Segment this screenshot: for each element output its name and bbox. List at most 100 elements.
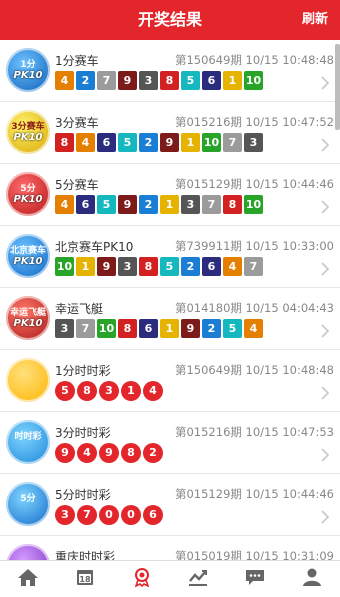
logo-text: 时时彩 [14,432,42,442]
ssc-ball: 6 [143,505,163,525]
tab-home[interactable] [0,561,57,597]
tab-calendar[interactable]: 18 [57,561,114,597]
lottery-name: 1分赛车 [55,54,99,68]
pk10-number: 9 [181,319,200,338]
draw-time: 10/15 10:47:53 [241,425,334,439]
lottery-row[interactable]: 重庆时时彩 第015019期 10/15 10:31:09 [0,536,340,560]
tab-user[interactable] [283,561,340,597]
lottery-name: 北京赛车PK10 [55,240,134,254]
issue-number: 第014180期 [174,301,242,315]
pk10-number: 9 [118,195,137,214]
lottery-name: 5分赛车 [55,178,99,192]
logo-text: 5分 [20,184,36,194]
user-icon [302,567,322,591]
ssc-ball: 8 [121,443,141,463]
issue-number: 第150649期 [174,363,242,377]
lottery-row[interactable]: 时时彩 3分时时彩 第015216期 10/15 10:47:53 9 4 9 8 2 [0,412,340,474]
pk10-number: 4 [223,257,242,276]
pk10-number: 4 [55,195,74,214]
tab-trend-chart[interactable] [170,561,227,597]
chevron-right-icon [321,76,330,90]
chevron-right-icon [321,386,330,400]
pk10-number: 8 [118,319,137,338]
pk10-number: 2 [76,71,95,90]
draw-time: 10/15 10:48:48 [241,53,334,67]
bottom-tab-bar: 18 [0,560,340,597]
lottery-name: 重庆时时彩 [55,550,116,560]
pk10-number: 3 [118,257,137,276]
calendar-icon: 18 [75,567,95,591]
issue-number: 第015216期 [174,115,242,129]
result-numbers: 58314 [55,381,165,401]
logo-text: 3分赛车 [11,122,45,132]
pk10-logo-text: PK10 [13,256,43,267]
ssc-ball: 0 [121,505,141,525]
lottery-row[interactable]: 1分时时彩 第150649期 10/15 10:48:48 5 8 3 1 4 [0,350,340,412]
draw-time: 10/15 04:04:43 [241,301,334,315]
lottery-name: 3分赛车 [55,116,99,130]
pk10-number: 1 [181,133,200,152]
issue-number: 第150649期 [174,53,242,67]
chat-icon [244,567,266,591]
lottery-row[interactable]: 北京赛车 PK10 北京赛车PK10 第739911期 10/15 10:33:00 1… [0,226,340,288]
results-list[interactable]: 1分 PK10 1分赛车 第150649期 10/15 10:48:48 4 2 7 9 3 8 5… [0,40,340,560]
pk10-number: 1 [160,319,179,338]
lottery-row[interactable]: 幸运飞艇 PK10 幸运飞艇 第014180期 10/15 04:04:43 3 7 10 8… [0,288,340,350]
issue-and-time: 第015129期 10/15 10:44:46 [175,176,334,192]
pk10-number: 4 [76,133,95,152]
pk10-number: 8 [160,71,179,90]
pk10-number: 4 [244,319,263,338]
tab-award[interactable] [113,561,170,597]
pk10-number: 7 [223,133,242,152]
pk10-3min-logo: 3分赛车 PK10 [6,110,50,154]
chevron-right-icon [321,200,330,214]
pk10-number: 2 [139,133,158,152]
pk10-number: 5 [97,195,116,214]
issue-and-time: 第150649期 10/15 10:48:48 [175,362,334,378]
pk10-number: 8 [139,257,158,276]
pk10-number: 10 [244,71,263,90]
issue-number: 第015019期 [174,549,242,560]
ssc-ball: 0 [99,505,119,525]
pk10-number: 2 [139,195,158,214]
pk10-number: 5 [160,257,179,276]
ssc-ball: 8 [77,381,97,401]
issue-and-time: 第015019期 10/15 10:31:09 [175,548,334,560]
issue-number: 第015129期 [174,177,242,191]
refresh-button[interactable]: 刷新 [302,0,328,40]
chevron-right-icon [321,138,330,152]
pk10-number: 10 [244,195,263,214]
ssc-ball: 3 [99,381,119,401]
ssc-ball: 2 [143,443,163,463]
award-icon [132,567,152,591]
chevron-right-icon [321,448,330,462]
lottery-row[interactable]: 3分赛车 PK10 3分赛车 第015216期 10/15 10:47:52 8 4 6 5 2… [0,102,340,164]
draw-time: 10/15 10:47:52 [241,115,334,129]
issue-and-time: 第739911期 10/15 10:33:00 [175,238,334,254]
pk10-number: 10 [97,319,116,338]
result-numbers: 10 1 9 3 8 5 2 6 4 7 [55,257,265,277]
issue-and-time: 第015216期 10/15 10:47:52 [175,114,334,130]
pk10-number: 1 [160,195,179,214]
logo-text: 1分 [20,60,36,70]
page-title: 开奖结果 [137,10,202,29]
issue-and-time: 第015129期 10/15 10:44:46 [175,486,334,502]
pk10-logo-text: PK10 [13,132,43,143]
home-icon [17,567,39,591]
ssc-1min-logo [6,358,50,402]
tab-chat[interactable] [227,561,284,597]
pk10-number: 7 [97,71,116,90]
scrollbar[interactable] [335,44,340,130]
draw-time: 10/15 10:33:00 [241,239,334,253]
ssc-ball: 7 [77,505,97,525]
trend-chart-icon [187,567,209,591]
pk10-number: 3 [181,195,200,214]
pk10-number: 1 [76,257,95,276]
pk10-number: 2 [202,319,221,338]
lottery-row[interactable]: 1分 PK10 1分赛车 第150649期 10/15 10:48:48 4 2 7 9 3 8 5… [0,40,340,102]
result-numbers: 4 2 7 9 3 8 5 6 1 10 [55,71,265,91]
lottery-row[interactable]: 5分 PK10 5分赛车 第015129期 10/15 10:44:46 4 6 5 9 2 1 3… [0,164,340,226]
pk10-number: 6 [202,71,221,90]
result-numbers: 3 7 10 8 6 1 9 2 5 4 [55,319,265,339]
lottery-row[interactable]: 5分 5分时时彩 第015129期 10/15 10:44:46 3 7 0 0 6 [0,474,340,536]
